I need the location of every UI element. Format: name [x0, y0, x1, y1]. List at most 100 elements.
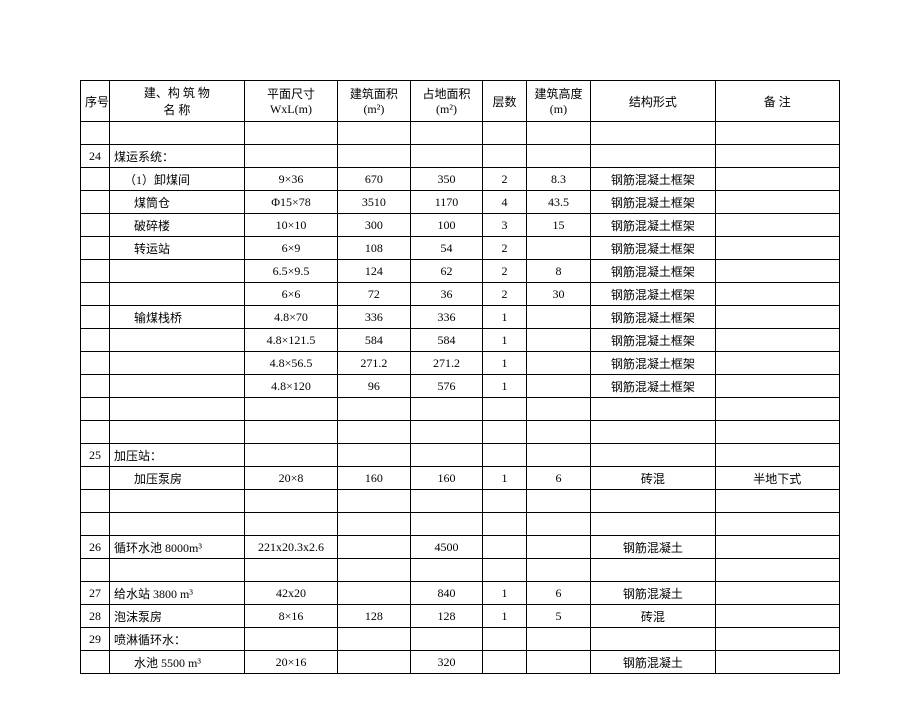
table-row: 28泡沫泵房8×1612812815砖混: [81, 605, 840, 628]
cell-remark: [715, 559, 839, 582]
cell-height: [526, 628, 590, 651]
cell-height: 30: [526, 283, 590, 306]
table-row: 4.8×56.5271.2271.21钢筋混凝土框架: [81, 352, 840, 375]
table-row: 25加压站：: [81, 444, 840, 467]
cell-height: 6: [526, 467, 590, 490]
cell-build-area: 160: [338, 467, 411, 490]
cell-name: [110, 490, 245, 513]
cell-remark: [715, 651, 839, 674]
cell-seq: 24: [81, 145, 110, 168]
table-row: [81, 490, 840, 513]
cell-remark: [715, 237, 839, 260]
cell-struct: [591, 421, 715, 444]
cell-build-area: [338, 651, 411, 674]
cell-floors: 1: [483, 582, 527, 605]
cell-height: [526, 444, 590, 467]
cell-floors: 2: [483, 168, 527, 191]
cell-land-area: [410, 421, 483, 444]
cell-struct: [591, 145, 715, 168]
cell-land-area: 320: [410, 651, 483, 674]
cell-build-area: 72: [338, 283, 411, 306]
cell-name: [110, 122, 245, 145]
cell-floors: [483, 651, 527, 674]
cell-height: [526, 651, 590, 674]
table-row: [81, 421, 840, 444]
cell-struct: [591, 490, 715, 513]
cell-floors: 2: [483, 260, 527, 283]
cell-remark: [715, 605, 839, 628]
cell-build-area: [338, 559, 411, 582]
cell-remark: [715, 421, 839, 444]
cell-floors: 1: [483, 306, 527, 329]
cell-dim: 20×8: [244, 467, 337, 490]
cell-dim: 6×9: [244, 237, 337, 260]
cell-seq: [81, 513, 110, 536]
cell-dim: 20×16: [244, 651, 337, 674]
cell-name: [110, 513, 245, 536]
cell-build-area: 108: [338, 237, 411, 260]
cell-remark: [715, 306, 839, 329]
table-row: 6×67236230钢筋混凝土框架: [81, 283, 840, 306]
cell-height: [526, 559, 590, 582]
cell-height: [526, 513, 590, 536]
cell-floors: [483, 398, 527, 421]
cell-land-area: [410, 145, 483, 168]
cell-name: [110, 352, 245, 375]
table-row: 煤筒仓Φ15×7835101170443.5钢筋混凝土框架: [81, 191, 840, 214]
cell-floors: 2: [483, 283, 527, 306]
cell-name: 喷淋循环水：: [110, 628, 245, 651]
cell-seq: [81, 168, 110, 191]
header-height: 建筑高度 (m): [526, 81, 590, 122]
cell-dim: [244, 444, 337, 467]
cell-floors: 4: [483, 191, 527, 214]
cell-height: 8.3: [526, 168, 590, 191]
header-struct: 结构形式: [591, 81, 715, 122]
cell-height: [526, 237, 590, 260]
cell-name: 煤运系统：: [110, 145, 245, 168]
cell-land-area: [410, 513, 483, 536]
cell-floors: [483, 145, 527, 168]
cell-name: 水池 5500 m³: [110, 651, 245, 674]
cell-dim: 42x20: [244, 582, 337, 605]
cell-floors: 3: [483, 214, 527, 237]
cell-remark: [715, 536, 839, 559]
table-row: 24煤运系统：: [81, 145, 840, 168]
cell-floors: 1: [483, 605, 527, 628]
cell-name: [110, 260, 245, 283]
cell-build-area: [338, 122, 411, 145]
cell-land-area: 100: [410, 214, 483, 237]
cell-name: 输煤栈桥: [110, 306, 245, 329]
cell-seq: [81, 191, 110, 214]
cell-name: [110, 329, 245, 352]
cell-struct: [591, 628, 715, 651]
cell-dim: [244, 398, 337, 421]
cell-height: [526, 352, 590, 375]
cell-struct: 钢筋混凝土框架: [591, 237, 715, 260]
cell-struct: 钢筋混凝土框架: [591, 214, 715, 237]
cell-remark: [715, 513, 839, 536]
cell-name: 加压站：: [110, 444, 245, 467]
cell-build-area: 300: [338, 214, 411, 237]
cell-floors: 2: [483, 237, 527, 260]
cell-land-area: [410, 122, 483, 145]
cell-dim: 8×16: [244, 605, 337, 628]
table-row: 27给水站 3800 m³42x2084016钢筋混凝土: [81, 582, 840, 605]
cell-height: 15: [526, 214, 590, 237]
cell-dim: 4.8×121.5: [244, 329, 337, 352]
cell-seq: [81, 260, 110, 283]
cell-dim: Φ15×78: [244, 191, 337, 214]
header-build-area: 建筑面积 (m²): [338, 81, 411, 122]
table-row: [81, 122, 840, 145]
cell-dim: [244, 145, 337, 168]
cell-seq: 29: [81, 628, 110, 651]
cell-struct: [591, 398, 715, 421]
table-row: 4.8×120965761钢筋混凝土框架: [81, 375, 840, 398]
cell-build-area: [338, 513, 411, 536]
cell-name: [110, 421, 245, 444]
cell-seq: [81, 421, 110, 444]
cell-seq: 25: [81, 444, 110, 467]
cell-name: 转运站: [110, 237, 245, 260]
cell-height: [526, 536, 590, 559]
cell-build-area: 3510: [338, 191, 411, 214]
cell-land-area: 840: [410, 582, 483, 605]
